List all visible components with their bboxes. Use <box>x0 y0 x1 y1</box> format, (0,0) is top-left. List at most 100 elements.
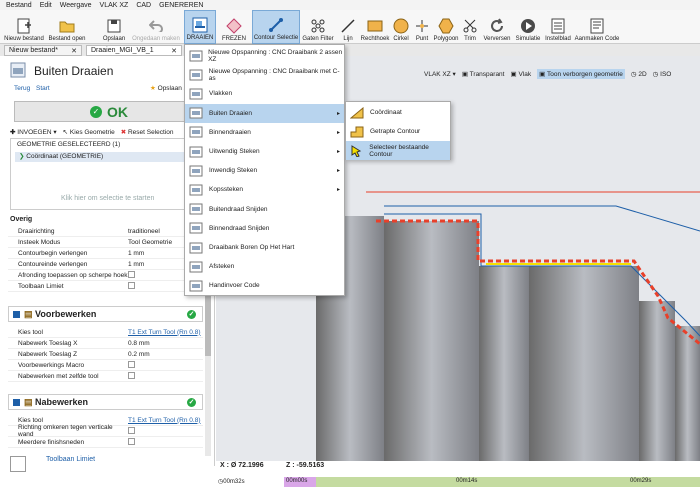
trim-button[interactable]: Trim <box>462 10 478 44</box>
menu-cad[interactable]: CAD <box>136 2 151 9</box>
hole-filter-button[interactable]: Gaten Filter <box>302 10 334 44</box>
timeline-label-2: 00m14s <box>456 478 478 484</box>
cube-icon: ▣ <box>461 71 468 78</box>
property-row[interactable]: Nabewerk Toeslag X 0.8 mm <box>8 338 203 349</box>
property-row[interactable]: Afronding toepassen op scherpe hoek <box>8 270 203 281</box>
setup-sheet-button[interactable]: Instelblad <box>544 10 572 44</box>
toolpath-limit-link[interactable]: Toolbaan Limiet <box>46 456 95 463</box>
property-row[interactable]: Contourbegin verlengen 1 mm <box>8 248 203 259</box>
option-checkbox[interactable] <box>128 437 135 445</box>
close-icon[interactable]: ✕ <box>71 47 77 55</box>
transparent-button[interactable]: ▣ Transparant <box>462 70 505 78</box>
click-hint[interactable]: Klik hier om selectie te starten <box>61 195 154 202</box>
undo-button[interactable]: Ongedaan maken <box>132 10 180 44</box>
turning-menu-item[interactable]: Buiten Draaien ▸ <box>185 103 344 123</box>
turning-menu-item[interactable]: Inwendig Steken ▸ <box>185 161 344 180</box>
plane-select[interactable]: VLAK XZ ▾ <box>424 70 456 78</box>
external-thread-icon <box>188 202 204 216</box>
geometry-item[interactable]: ❯ Coördinaat (GEOMETRIE) <box>15 152 200 162</box>
outside-turning-submenu: Coördinaat Getrapte Contour Selecteer be… <box>345 101 451 160</box>
simulation-timeline[interactable]: ◷00m32s 00m00s 00m14s 00m29s <box>216 475 700 490</box>
submenu-coordinate[interactable]: Coördinaat <box>346 103 450 122</box>
finishing-icon: ▤ <box>24 396 33 407</box>
turning-menu-item[interactable]: Handinvoer Code <box>185 276 344 295</box>
refresh-icon <box>489 18 505 34</box>
status-check-icon: ✓ <box>187 397 196 407</box>
menu-edit[interactable]: Edit <box>40 2 52 9</box>
turning-menu-item[interactable]: Binnendraaien ▸ <box>185 123 344 142</box>
line-button[interactable]: Lijn <box>338 10 358 44</box>
insert-button[interactable]: ✚ INVOEGEN ▾ <box>10 128 57 136</box>
rectangle-button[interactable]: Rechthoek <box>360 10 390 44</box>
turning-menu-item[interactable]: Buitendraad Snijden <box>185 200 344 219</box>
milling-button[interactable]: FREZEN <box>220 10 248 44</box>
ok-button[interactable]: ✓ OK <box>14 101 204 122</box>
submenu-stepped-contour[interactable]: Getrapte Contour <box>346 122 450 141</box>
close-icon[interactable]: ✕ <box>171 47 177 55</box>
start-link[interactable]: Start <box>36 85 50 92</box>
option-checkbox[interactable] <box>128 371 135 379</box>
view-iso-button[interactable]: ◷ ISO <box>653 70 672 78</box>
other-section: Overig <box>10 216 33 223</box>
flat-button[interactable]: ▣ Vlak <box>510 70 531 78</box>
menu-bestand[interactable]: Bestand <box>6 2 32 9</box>
property-row[interactable]: Voorbewerkings Macro <box>8 360 203 371</box>
option-checkbox[interactable] <box>128 360 135 368</box>
option-checkbox[interactable] <box>128 281 135 289</box>
roughing-section[interactable]: ▤ Voorbewerken ✓ <box>8 306 203 322</box>
property-row[interactable]: Draairichting traditioneel <box>8 226 203 237</box>
open-file-button[interactable]: Bestand open <box>48 10 86 44</box>
menu-weergave[interactable]: Weergave <box>60 2 92 9</box>
contour-select-button[interactable]: Contour Selectie <box>252 10 300 44</box>
operation-panel: Buiten Draaien Terug Start ★ Opslaan a ✓… <box>0 56 215 472</box>
turning-menu-item[interactable]: Draaibank Boren Op Het Hart <box>185 238 344 257</box>
turning-menu-item[interactable]: Uitwendig Steken ▸ <box>185 142 344 161</box>
turning-menu-item[interactable]: Binnendraad Snijden <box>185 219 344 238</box>
save-as-button[interactable]: ★ Opslaan a <box>150 84 187 92</box>
roughing-checkbox[interactable] <box>13 310 20 318</box>
hidden-geometry-button[interactable]: ▣ Toon verborgen geometrie <box>537 69 625 79</box>
view-2d-button[interactable]: ◷ 2D <box>631 70 647 78</box>
holes-icon <box>310 18 326 34</box>
menu-vlak-xz[interactable]: VLAK XZ <box>100 2 129 9</box>
make-code-button[interactable]: Aanmaken Code <box>574 10 620 44</box>
refresh-button[interactable]: Verversen <box>482 10 512 44</box>
turning-menu-item[interactable]: Afsteken <box>185 257 344 276</box>
submenu-select-contour[interactable]: Selecteer bestaande Contour <box>346 141 450 160</box>
x-coordinate: X : Ø 72.1996 <box>220 462 264 469</box>
finishing-checkbox[interactable] <box>13 398 20 406</box>
mill-icon <box>226 18 242 34</box>
tab-draaien[interactable]: Draaien_MGI_VB_1 ✕ <box>86 45 182 56</box>
turning-menu-item[interactable]: Kopssteken ▸ <box>185 180 344 199</box>
back-link[interactable]: Terug <box>14 85 30 92</box>
internal-thread-icon <box>188 221 204 235</box>
property-row[interactable]: Nabewerken met zelfde tool <box>8 371 203 382</box>
turning-menu-item[interactable]: Nieuwe Opspanning : CNC Draaibank 2 asse… <box>185 46 344 65</box>
timeline-label-1: 00m00s <box>286 478 308 484</box>
property-row[interactable]: Meerdere finishsneden <box>8 437 203 448</box>
property-row[interactable]: Kies tool T1 Ext Turn Tool (Rn 0.8) <box>8 327 203 338</box>
circle-button[interactable]: Cirkel <box>392 10 410 44</box>
point-button[interactable]: Punt <box>413 10 431 44</box>
finishing-section[interactable]: ▤ Nabewerken ✓ <box>8 394 203 410</box>
property-row[interactable]: Toolbaan Limiet <box>8 281 203 292</box>
property-row[interactable]: Insteek Modus Tool Geometrie <box>8 237 203 248</box>
simulation-button[interactable]: Simulatie <box>514 10 542 44</box>
property-row[interactable]: Nabewerk Toeslag Z 0.2 mm <box>8 349 203 360</box>
pick-geometry-button[interactable]: ↖ Kies Geometrie <box>63 128 115 136</box>
check-icon: ✓ <box>90 105 102 118</box>
option-checkbox[interactable] <box>128 270 135 278</box>
tab-new-project[interactable]: Nieuw bestand* ✕ <box>4 45 82 56</box>
polygon-button[interactable]: Polygoon <box>432 10 460 44</box>
new-project-button[interactable]: Nieuw bestand <box>4 10 44 44</box>
turning-menu-item[interactable]: Nieuwe Opspanning : CNC Draaibank met C-… <box>185 65 344 84</box>
turning-button[interactable]: DRAAIEN <box>184 10 216 44</box>
reset-selection-button[interactable]: ✖ Reset Selection <box>121 128 174 136</box>
outside-turning-icon <box>188 106 204 120</box>
property-row[interactable]: Contoureinde verlengen 1 mm <box>8 259 203 270</box>
turning-menu-item[interactable]: Vlakken <box>185 84 344 103</box>
menu-genereren[interactable]: GENEREREN <box>159 2 203 9</box>
option-checkbox[interactable] <box>128 426 135 434</box>
save-button[interactable]: Opslaan <box>100 10 128 44</box>
property-row[interactable]: Richting omkeren tegen verticale wand <box>8 424 203 438</box>
